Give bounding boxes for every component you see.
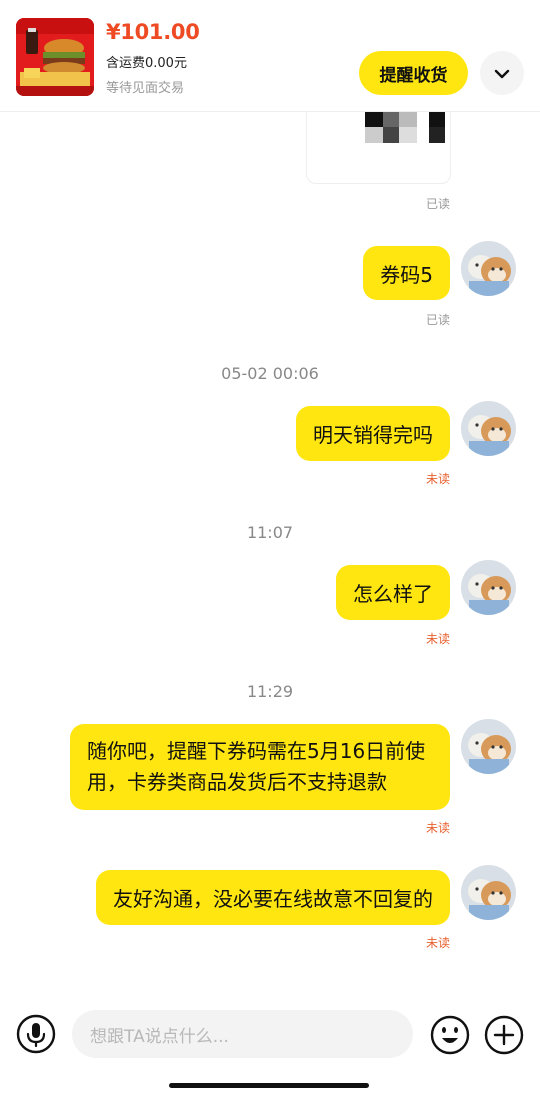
order-price: ¥101.00 [106,20,200,44]
message-bubble[interactable]: 友好沟通，没必要在线故意不回复的 [96,870,450,925]
chevron-down-icon [494,64,510,83]
plus-icon [484,1015,524,1059]
more-button[interactable] [484,1015,524,1055]
voice-button[interactable] [16,1014,56,1054]
message-bubble[interactable]: 明天销得完吗 [296,406,450,461]
read-status: 未读 [425,472,450,486]
remind-receipt-button[interactable]: 提醒收货 [359,51,468,95]
emoji-icon [430,1015,470,1059]
timestamp-separator: 11:07 [246,523,294,542]
message-bubble[interactable]: 券码5 [363,246,450,300]
home-indicator[interactable] [169,1083,369,1088]
avatar[interactable] [461,560,516,615]
read-status: 未读 [425,936,450,950]
message-bubble[interactable]: 随你吧，提醒下券码需在5月16日前使用，卡券类商品发货后不支持退款 [70,724,450,810]
message-bubble[interactable]: 怎么样了 [336,565,450,620]
order-header: ¥101.00 含运费0.00元 等待见面交易 提醒收货 [0,0,540,112]
order-status: 等待见面交易 [106,81,185,96]
microphone-icon [16,1014,56,1058]
timestamp-separator: 11:29 [246,682,294,701]
message-input[interactable]: 想跟TA说点什么... [72,1010,413,1058]
avatar[interactable] [461,719,516,774]
shipping-fee: 含运费0.00元 [106,56,187,71]
avatar[interactable] [461,241,516,296]
read-status: 已读 [425,313,450,327]
input-placeholder: 想跟TA说点什么... [90,1026,229,1047]
read-status: 已读 [425,197,450,211]
read-status: 未读 [425,821,450,835]
timestamp-separator: 05-02 00:06 [221,364,319,383]
emoji-button[interactable] [430,1015,470,1055]
avatar[interactable] [461,401,516,456]
avatar[interactable] [461,865,516,920]
read-status: 未读 [425,632,450,646]
product-thumbnail[interactable] [16,18,94,96]
expand-button[interactable] [480,51,524,95]
